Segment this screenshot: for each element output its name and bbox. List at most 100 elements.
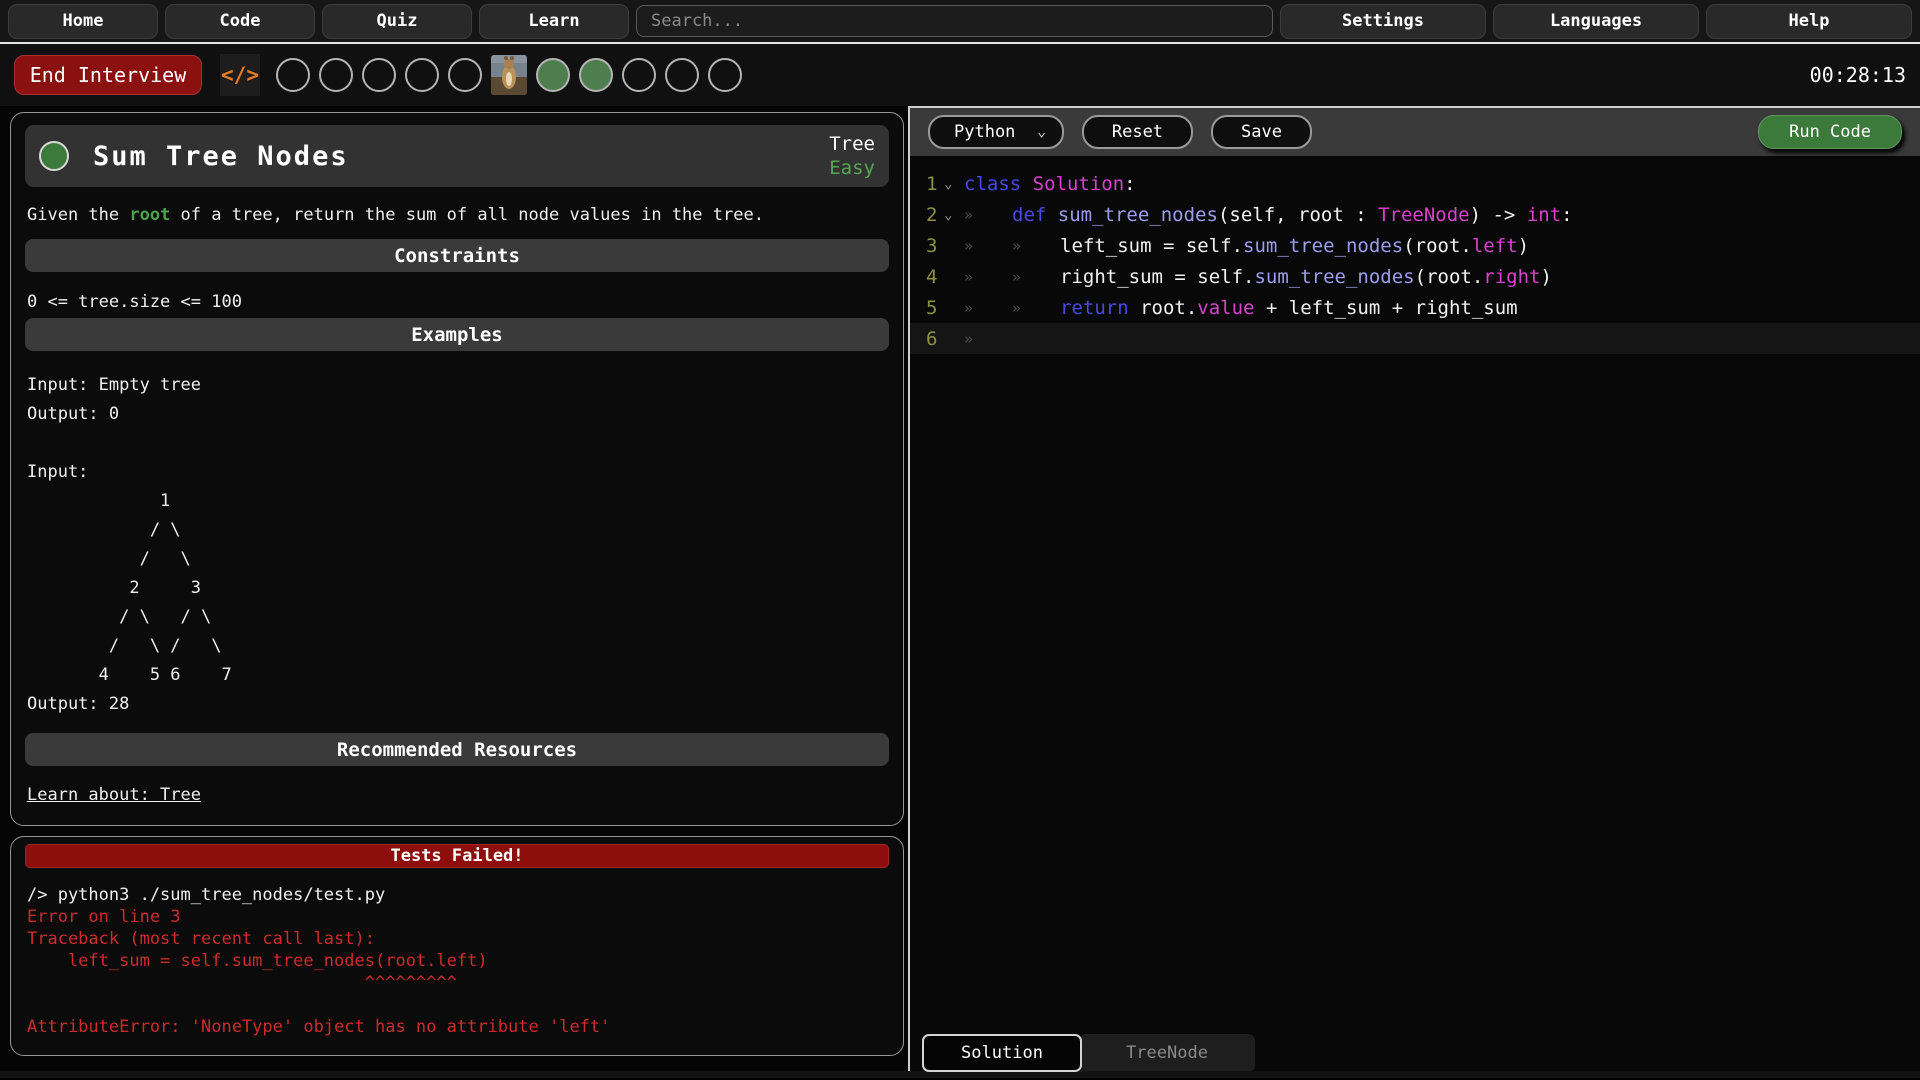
indent-marker-icon: » (1012, 237, 1060, 255)
code-line-3[interactable]: 3»»left_sum = self.sum_tree_nodes(root.l… (910, 230, 1920, 261)
code-token: left_sum = self. (1060, 235, 1243, 257)
progress-circle (319, 58, 353, 92)
top-nav: Home Code Quiz Learn Settings Languages … (0, 0, 1920, 44)
nav-tab-home[interactable]: Home (8, 4, 158, 39)
code-line-5[interactable]: 5»»return root.value + left_sum + right_… (910, 292, 1920, 323)
console-line: left_sum = self.sum_tree_nodes(root.left… (27, 950, 887, 972)
progress-circle (405, 58, 439, 92)
code-line-4[interactable]: 4»»right_sum = self.sum_tree_nodes(root.… (910, 261, 1920, 292)
code-token: left (1472, 235, 1518, 257)
line-number: 3 (910, 235, 940, 257)
examples-section-header: Examples (25, 318, 889, 351)
code-token: : (1124, 173, 1135, 195)
code-token: root. (1129, 297, 1198, 319)
description-text: Given the (27, 205, 129, 225)
indent-marker-icon: » (1012, 268, 1060, 286)
progress-circle (448, 58, 482, 92)
progress-circle (276, 58, 310, 92)
code-token: int (1527, 204, 1561, 226)
code-line-1[interactable]: 1⌄class Solution: (910, 168, 1920, 199)
editor-toolbar: Python ⌄ Reset Save Run Code (910, 108, 1920, 156)
console-line: Traceback (most recent call last): (27, 928, 887, 950)
end-interview-button[interactable]: End Interview (14, 55, 202, 95)
save-button[interactable]: Save (1211, 115, 1312, 149)
line-number: 1 (910, 173, 940, 195)
progress-circles (276, 55, 742, 95)
code-token: (root. (1415, 266, 1484, 288)
run-code-button[interactable]: Run Code (1758, 115, 1902, 149)
progress-circle (622, 58, 656, 92)
tests-panel: Tests Failed! /> python3 ./sum_tree_node… (10, 836, 904, 1056)
fold-chevron-icon[interactable]: ⌄ (940, 176, 964, 192)
progress-circle (665, 58, 699, 92)
examples-content: Input: Empty tree Output: 0 Input: 1 / \… (27, 371, 887, 719)
line-number: 4 (910, 266, 940, 288)
editor-panel: Python ⌄ Reset Save Run Code 1⌄class Sol… (908, 106, 1920, 1078)
line-number: 6 (910, 328, 940, 350)
test-console-output: /> python3 ./sum_tree_nodes/test.pyError… (27, 884, 887, 1038)
nav-tab-help[interactable]: Help (1706, 4, 1912, 39)
code-token: sum_tree_nodes (1058, 204, 1218, 226)
problem-panel: Sum Tree Nodes Tree Easy Given the root … (10, 112, 904, 826)
code-token: ) (1518, 235, 1529, 257)
constraints-section-header: Constraints (25, 239, 889, 272)
reset-button[interactable]: Reset (1082, 115, 1193, 149)
tab-solution[interactable]: Solution (922, 1034, 1082, 1072)
code-token (1046, 204, 1057, 226)
console-line: AttributeError: 'NoneType' object has no… (27, 1016, 887, 1038)
search-input[interactable] (636, 5, 1273, 37)
code-token: Solution (1033, 173, 1125, 195)
indent-marker-icon: » (964, 237, 1012, 255)
language-dropdown[interactable]: Python ⌄ (928, 115, 1064, 149)
console-line: ^^^^^^^^^ (27, 972, 887, 994)
code-token: return (1060, 297, 1129, 319)
progress-circle (708, 58, 742, 92)
code-token: def (1012, 204, 1046, 226)
code-token: ) -> (1470, 204, 1527, 226)
nav-tab-code[interactable]: Code (165, 4, 315, 39)
code-line-6[interactable]: 6» (910, 323, 1920, 354)
indent-marker-icon: » (964, 206, 1012, 224)
interview-toolbar: End Interview </> 00:28:13 (0, 44, 1920, 106)
code-token: : (1561, 204, 1572, 226)
description-keyword: root (129, 205, 170, 225)
resources-section-header: Recommended Resources (25, 733, 889, 766)
code-token: value (1197, 297, 1254, 319)
code-token: sum_tree_nodes (1254, 266, 1414, 288)
fold-chevron-icon[interactable]: ⌄ (940, 207, 964, 223)
problem-category: Tree (829, 132, 875, 156)
language-dropdown-value: Python (954, 122, 1015, 142)
nav-tab-settings[interactable]: Settings (1280, 4, 1486, 39)
editor-file-tabs: Solution TreeNode (922, 1034, 1255, 1072)
line-number: 2 (910, 204, 940, 226)
constraint-text: 0 <= tree.size <= 100 (27, 292, 887, 312)
problem-difficulty: Easy (829, 156, 875, 180)
tab-treenode[interactable]: TreeNode (1079, 1034, 1255, 1072)
nav-tab-learn[interactable]: Learn (479, 4, 629, 39)
progress-circle (362, 58, 396, 92)
console-line: /> python3 ./sum_tree_nodes/test.py (27, 884, 887, 906)
code-token: (self, root : (1218, 204, 1378, 226)
code-editor[interactable]: 1⌄class Solution:2⌄»def sum_tree_nodes(s… (910, 156, 1920, 354)
code-token: TreeNode (1378, 204, 1470, 226)
code-token: sum_tree_nodes (1243, 235, 1403, 257)
nav-tab-quiz[interactable]: Quiz (322, 4, 472, 39)
indent-marker-icon: » (964, 268, 1012, 286)
code-token: + left_sum + right_sum (1254, 297, 1517, 319)
problem-meta: Tree Easy (829, 132, 875, 180)
code-line-2[interactable]: 2⌄»def sum_tree_nodes(self, root : TreeN… (910, 199, 1920, 230)
bottom-scrollbar-track[interactable] (0, 1071, 1920, 1078)
code-token: right_sum = self. (1060, 266, 1254, 288)
nav-tab-languages[interactable]: Languages (1493, 4, 1699, 39)
progress-circle-complete (579, 58, 613, 92)
problem-header: Sum Tree Nodes Tree Easy (25, 125, 889, 187)
main-area: Sum Tree Nodes Tree Easy Given the root … (0, 106, 1920, 1078)
session-timer: 00:28:13 (1810, 63, 1906, 87)
console-line (27, 994, 887, 1016)
code-token: class (964, 173, 1021, 195)
indent-marker-icon: » (964, 330, 1012, 348)
line-number: 5 (910, 297, 940, 319)
tests-status-banner: Tests Failed! (25, 844, 889, 868)
resource-link-tree[interactable]: Learn about: Tree (27, 785, 201, 805)
indent-marker-icon: » (1012, 299, 1060, 317)
